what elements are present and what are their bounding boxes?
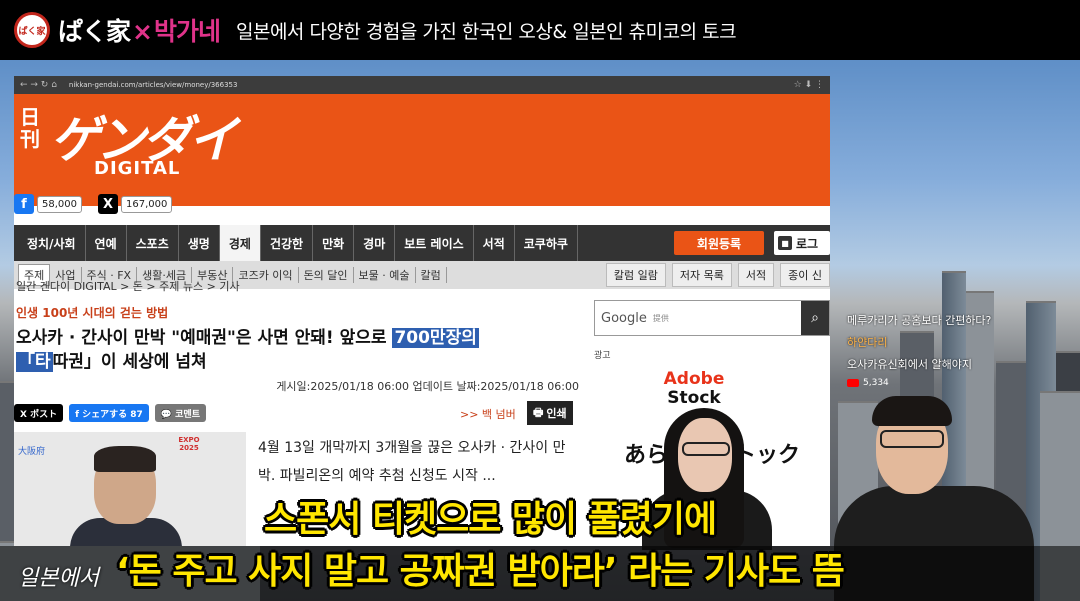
headline-part: 따권」이 세상에 넘쳐 (52, 352, 207, 372)
host-right-hair (872, 396, 952, 426)
search-icon[interactable]: ⌕ (801, 301, 829, 335)
subnav-item[interactable]: 보물 · 예술 (354, 267, 416, 283)
nav-item[interactable]: 정치/사회 (18, 225, 86, 261)
printer-icon: 🖶 (533, 405, 544, 419)
main-nav: 정치/사회 연예 스포츠 생명 경제 건강한 만화 경마 보트 레이스 서적 코… (14, 225, 830, 261)
channel-banner: ぱく家 ぱく家×박가네 일본에서 다양한 경험을 가진 한국인 오상& 일본인 … (0, 0, 1080, 60)
ad-brand: Adobe (663, 369, 725, 389)
column-list-button[interactable]: 칼럼 일람 (605, 263, 666, 287)
print-label: 인쇄 (546, 407, 567, 420)
subnav-right: 칼럼 일람 저자 목록 서적 종이 신 (605, 263, 830, 287)
host-right-glasses (880, 430, 944, 448)
osaka-pref-mark: 大阪府 (18, 447, 46, 457)
nav-item[interactable]: 경마 (354, 225, 396, 261)
nav-item[interactable]: 생명 (179, 225, 220, 261)
search-brand: Google (601, 310, 647, 326)
article-dates: 게시일:2025/01/18 06:00 업데이트 날짜:2025/01/18 … (276, 380, 579, 393)
ad-label: 광고 (594, 351, 611, 361)
site-search[interactable]: Google 提供 ⌕ (594, 300, 830, 336)
logo-kanji[interactable]: 日刊 (20, 106, 42, 150)
article-photo: 大阪府 EXPO 2025 (14, 432, 246, 546)
books-button[interactable]: 서적 (737, 263, 775, 287)
views-count: 5,334 (863, 378, 889, 388)
logo-digital: DIGITAL (94, 158, 181, 179)
login-button[interactable]: ■ 로그 (774, 231, 830, 255)
expo-logo: EXPO 2025 (178, 436, 200, 452)
author-list-button[interactable]: 저자 목록 (671, 263, 732, 287)
subnav-item[interactable]: 돈의 달인 (299, 267, 354, 283)
x-count: 167,000 (121, 195, 173, 213)
facebook-icon: f (14, 194, 34, 214)
suggest-channel: 오사카유신회에서 알해야지 (847, 358, 972, 371)
browser-toolbar: ← → ↻ ⌂ nikkan-gendai.com/articles/view/… (14, 76, 830, 94)
address-bar[interactable]: nikkan-gendai.com/articles/view/money/36… (69, 81, 238, 89)
article-kicker[interactable]: 인생 100년 시대의 걷는 방법 (16, 304, 168, 321)
nav-item[interactable]: 스포츠 (127, 225, 179, 261)
brand-separator: × (132, 17, 153, 46)
comment-button[interactable]: 💬 코멘트 (154, 404, 206, 422)
subnav-item[interactable]: 칼럼 (416, 267, 447, 283)
article-body: 4월 13일 개막까지 3개월을 끊은 오사카 · 간사이 만박. 파빌리온의 … (258, 440, 566, 484)
suggested-video[interactable]: 메루카리가 공홈보다 간편하다? 하얀다리 오사카유신회에서 알해야지 5,33… (847, 312, 1077, 388)
nav-item[interactable]: 보트 레이스 (395, 225, 474, 261)
subtitle-line-2: ‘돈 주고 사지 말고 공짜권 받아라’ 라는 기사도 뜸 (116, 551, 845, 592)
paper-button[interactable]: 종이 신 (780, 263, 830, 287)
register-button[interactable]: 회원등록 (674, 231, 764, 255)
x-follow[interactable]: X 167,000 (98, 194, 173, 214)
subtitle-line-1: 스폰서 티켓으로 많이 풀렸기에 (264, 499, 717, 540)
channel-tagline: 일본에서 다양한 경험을 가진 한국인 오상& 일본인 츄미코의 토크 (235, 20, 737, 43)
nav-item-active[interactable]: 경제 (219, 225, 261, 261)
share-row: X ポスト f シェアする 87 💬 코멘트 (14, 404, 206, 422)
article-headline: 오사카 · 간사이 만박 "예매권"은 사면 안돼! 앞으로 700만장의 「타 따… (16, 326, 556, 374)
nav-item[interactable]: 연예 (86, 225, 127, 261)
subnav-item[interactable]: 코즈카 이익 (233, 267, 299, 283)
lock-icon: ■ (778, 236, 792, 250)
person-hair (94, 446, 156, 472)
search-provider: 提供 (652, 313, 669, 323)
youtube-icon (847, 379, 859, 387)
back-number-link[interactable]: >> 백 넘버 (460, 406, 516, 422)
headline-highlight: 「타 (16, 352, 53, 372)
facebook-share-button[interactable]: f シェアする 87 (69, 404, 149, 422)
nav-item[interactable]: 서적 (474, 225, 515, 261)
headline-highlight: 700만장의 (392, 328, 479, 348)
breadcrumb[interactable]: 일간 겐다이 DIGITAL > 돈 > 주제 뉴스 > 기사 (16, 278, 240, 294)
ad-stock: Stock (667, 388, 721, 408)
channel-logo-text: ぱく家 (18, 26, 46, 37)
browser-nav-icons[interactable]: ← → ↻ ⌂ (20, 80, 57, 90)
nav-item[interactable]: 건강한 (261, 225, 314, 261)
suggest-question: 메루카리가 공홈보다 간편하다? (847, 314, 992, 327)
brand-korean: 박가네 (153, 17, 221, 46)
x-post-button[interactable]: X ポスト (14, 404, 64, 422)
suggest-name: 하얀다리 (847, 336, 888, 349)
brand-japanese: ぱく家 (58, 17, 131, 46)
facebook-follow[interactable]: f 58,000 (14, 194, 82, 214)
nav-item[interactable]: 코쿠하쿠 (515, 225, 578, 261)
channel-logo: ぱく家 (14, 12, 50, 48)
side-caption: 일본에서 (18, 566, 99, 591)
site-header: 日刊 ゲンダイ DIGITAL f 58,000 X 167,000 (14, 94, 830, 214)
channel-brand: ぱく家×박가네 (58, 12, 221, 48)
login-label: 로그 (796, 236, 819, 251)
x-icon: X (98, 194, 118, 214)
nav-item[interactable]: 만화 (313, 225, 355, 261)
headline-part: 오사카 · 간사이 만박 "예매권"은 사면 안돼! 앞으로 (16, 328, 393, 348)
browser-tool-icons[interactable]: ☆ ⬇ ⋮ (794, 80, 824, 90)
host-left-glasses (682, 442, 730, 456)
suggest-views: 5,334 (847, 378, 1077, 388)
facebook-count: 58,000 (37, 195, 82, 213)
